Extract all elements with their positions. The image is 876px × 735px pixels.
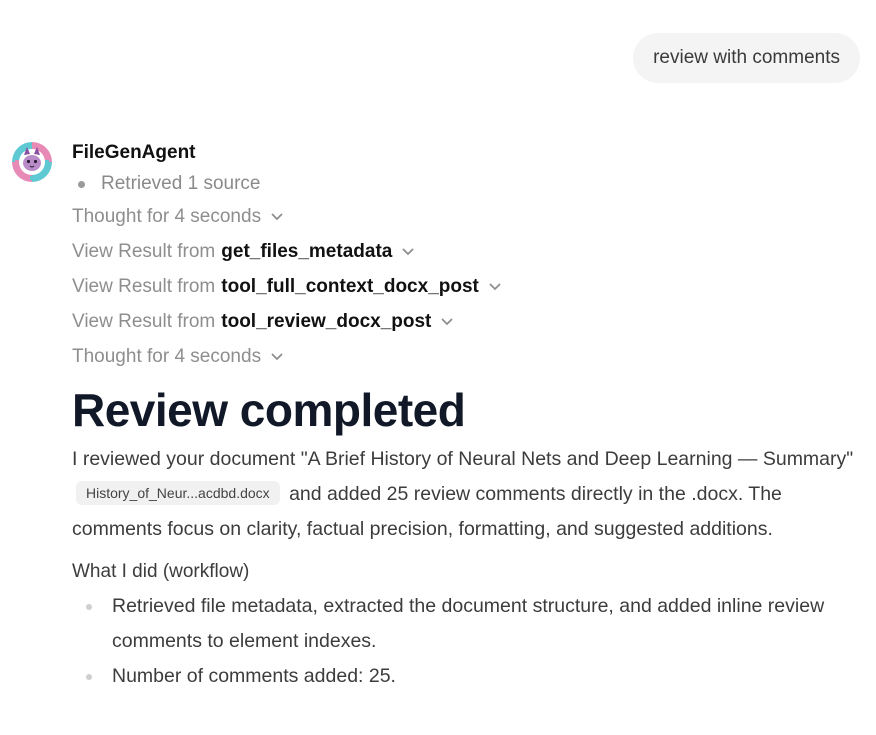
- agent-avatar: [12, 142, 52, 182]
- paragraph-text-before: I reviewed your document "A Brief Histor…: [72, 448, 854, 470]
- list-item-text: Retrieved file metadata, extracted the d…: [112, 595, 825, 652]
- chevron-down-icon: [489, 283, 501, 291]
- response-heading: Review completed: [72, 384, 466, 436]
- chevron-down-icon: [271, 213, 283, 221]
- step-label: Thought for 4 seconds: [72, 205, 262, 227]
- workflow-bullet-list: Retrieved file metadata, extracted the d…: [72, 589, 862, 694]
- step-label: View Result from: [72, 275, 216, 297]
- step-list: Thought for 4 seconds View Result from g…: [72, 199, 862, 374]
- chat-page: review with comments FileGenAgent Retrie…: [0, 0, 876, 735]
- step-label: View Result from: [72, 310, 216, 332]
- file-chip[interactable]: History_of_Neur...acdbd.docx: [76, 481, 280, 505]
- user-message-text: review with comments: [653, 47, 840, 68]
- tool-result-toggle-get-files-metadata[interactable]: View Result from get_files_metadata: [72, 234, 862, 269]
- tool-name: tool_review_docx_post: [221, 310, 432, 332]
- workflow-subheading: What I did (workflow): [72, 561, 250, 582]
- tool-name: get_files_metadata: [221, 240, 393, 262]
- step-label: Thought for 4 seconds: [72, 345, 262, 367]
- bullet-icon: [86, 604, 92, 610]
- list-item-text: Number of comments added: 25.: [112, 665, 396, 687]
- chevron-down-icon: [271, 353, 283, 361]
- bullet-icon: [86, 674, 92, 680]
- step-label: View Result from: [72, 240, 216, 262]
- user-message-bubble: review with comments: [633, 33, 860, 83]
- response-paragraph: I reviewed your document "A Brief Histor…: [72, 442, 862, 547]
- tool-name: tool_full_context_docx_post: [221, 275, 479, 297]
- list-item: Number of comments added: 25.: [72, 659, 862, 694]
- retrieved-sources[interactable]: Retrieved 1 source: [72, 172, 862, 196]
- thought-toggle-2[interactable]: Thought for 4 seconds: [72, 339, 862, 374]
- tool-result-toggle-full-context[interactable]: View Result from tool_full_context_docx_…: [72, 269, 862, 304]
- list-item: Retrieved file metadata, extracted the d…: [72, 589, 862, 659]
- agent-response: FileGenAgent Retrieved 1 source Thought …: [72, 140, 862, 694]
- source-bullet-icon: [78, 180, 85, 188]
- chevron-down-icon: [441, 318, 453, 326]
- cat-avatar-icon: [15, 147, 49, 180]
- tool-result-toggle-review-docx[interactable]: View Result from tool_review_docx_post: [72, 304, 862, 339]
- agent-name: FileGenAgent: [72, 142, 196, 163]
- retrieved-sources-label: Retrieved 1 source: [101, 173, 261, 194]
- thought-toggle-1[interactable]: Thought for 4 seconds: [72, 199, 862, 234]
- chevron-down-icon: [402, 248, 414, 256]
